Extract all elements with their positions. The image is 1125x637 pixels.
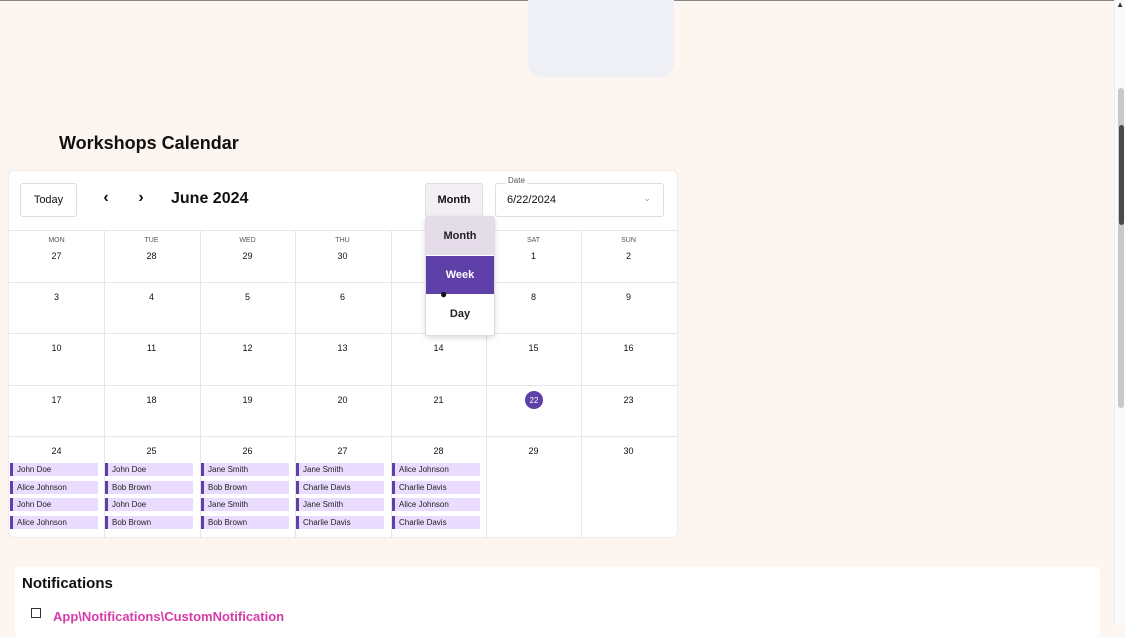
day-cell-number[interactable]: 15 — [486, 343, 581, 353]
calendar-event[interactable]: John Doe — [105, 463, 193, 476]
calendar-event[interactable]: Jane Smith — [296, 498, 384, 512]
day-cell-number[interactable]: 14 — [391, 343, 486, 353]
day-cell-number[interactable]: 27 — [295, 446, 390, 456]
grid-row-divider — [9, 333, 677, 334]
weekday-header: THU — [335, 237, 350, 244]
day-cell-number[interactable]: 10 — [9, 343, 104, 353]
calendar-event[interactable]: Alice Johnson — [392, 463, 480, 476]
day-cell-number[interactable]: 6 — [295, 292, 390, 302]
calendar-event[interactable]: John Doe — [10, 463, 98, 476]
day-cell-number[interactable]: 26 — [200, 446, 295, 456]
day-cell-number[interactable]: 28 — [391, 446, 486, 456]
day-cell-number[interactable]: 3 — [9, 292, 104, 302]
notification-link[interactable]: App\Notifications\CustomNotification — [53, 609, 284, 624]
scrollbar[interactable]: ▲ — [1114, 0, 1125, 626]
day-cell-number[interactable]: 18 — [104, 395, 199, 405]
calendar-event[interactable]: Jane Smith — [201, 498, 289, 512]
calendar-event[interactable]: Bob Brown — [105, 480, 193, 494]
calendar-event[interactable]: Bob Brown — [201, 516, 289, 530]
day-cell-number[interactable]: 9 — [581, 292, 676, 302]
weekday-header: SUN — [621, 237, 636, 244]
weekday-header: TUE — [144, 237, 159, 244]
day-cell-number[interactable]: 16 — [581, 343, 676, 353]
calendar-event[interactable]: Jane Smith — [296, 463, 384, 476]
grid-row-divider — [9, 282, 677, 283]
date-field-label: Date — [506, 176, 527, 185]
day-cell-number[interactable]: 12 — [200, 343, 295, 353]
page-title: Workshops Calendar — [59, 133, 239, 153]
view-option-month[interactable]: Month — [426, 217, 494, 255]
notifications-panel: Notifications App\Notifications\CustomNo… — [15, 567, 1100, 637]
view-option-day[interactable]: Day — [426, 295, 494, 333]
calendar-event[interactable]: Bob Brown — [105, 516, 193, 530]
day-cell-number[interactable]: 1 — [486, 251, 581, 261]
chevron-right-icon[interactable]: › — [133, 189, 149, 207]
external-link-icon — [31, 608, 41, 618]
day-cell-number[interactable]: 11 — [104, 343, 199, 353]
day-cell-number[interactable]: 27 — [9, 251, 104, 261]
mouse-cursor-icon: ● — [440, 287, 448, 301]
date-field[interactable]: Date 6/22/2024 ⌄ — [495, 176, 664, 217]
month-label: June 2024 — [171, 190, 249, 207]
calendar: Today ‹ › June 2024 Month Date 6/22/2024… — [8, 170, 678, 538]
view-select-button[interactable]: Month — [425, 183, 483, 217]
grid-row-divider — [9, 385, 677, 386]
day-cell-number[interactable]: 28 — [104, 251, 199, 261]
day-cell-number[interactable]: 19 — [200, 395, 295, 405]
day-cell-number[interactable]: 21 — [391, 395, 486, 405]
day-cell-number[interactable]: 13 — [295, 343, 390, 353]
chevron-down-icon[interactable]: ⌄ — [643, 193, 651, 204]
scrollbar-thumb-active[interactable] — [1119, 125, 1124, 225]
month-grid: MONTUEWEDTHUFRISATSUN2728293012345689101… — [9, 230, 677, 538]
calendar-event[interactable]: Charlie Davis — [296, 516, 384, 530]
day-cell-number[interactable]: 30 — [581, 446, 676, 456]
today-indicator[interactable]: 22 — [525, 391, 543, 409]
day-cell-number[interactable]: 17 — [9, 395, 104, 405]
day-cell-number[interactable]: 24 — [9, 446, 104, 456]
day-cell-number[interactable]: 20 — [295, 395, 390, 405]
weekday-header: SAT — [526, 237, 541, 244]
view-option-week[interactable]: Week — [426, 256, 494, 294]
calendar-event[interactable]: Alice Johnson — [392, 498, 480, 512]
calendar-event[interactable]: Bob Brown — [201, 480, 289, 494]
day-cell-number[interactable]: 2 — [581, 251, 676, 261]
today-button[interactable]: Today — [20, 183, 77, 217]
day-cell-number[interactable]: 23 — [581, 395, 676, 405]
scroll-up-icon[interactable]: ▲ — [1116, 0, 1124, 9]
weekday-header: WED — [239, 237, 256, 244]
calendar-event[interactable]: Alice Johnson — [10, 516, 98, 530]
calendar-event[interactable]: John Doe — [105, 498, 193, 512]
day-cell-number[interactable]: 25 — [104, 446, 199, 456]
day-cell-number[interactable]: 29 — [486, 446, 581, 456]
calendar-event[interactable]: Alice Johnson — [10, 480, 98, 494]
day-cell-number[interactable]: 4 — [104, 292, 199, 302]
weekday-header: MON — [48, 237, 65, 244]
calendar-event[interactable]: John Doe — [10, 498, 98, 512]
grid-row-divider — [9, 436, 677, 437]
calendar-event[interactable]: Jane Smith — [201, 463, 289, 476]
calendar-event[interactable]: Charlie Davis — [392, 516, 480, 530]
day-cell-number[interactable]: 29 — [200, 251, 295, 261]
chevron-left-icon[interactable]: ‹ — [98, 189, 114, 207]
calendar-event[interactable]: Charlie Davis — [392, 480, 480, 494]
day-cell-number[interactable]: 8 — [486, 292, 581, 302]
view-dropdown: Month Week Day — [425, 216, 495, 336]
notifications-title: Notifications — [22, 575, 113, 592]
calendar-event[interactable]: Charlie Davis — [296, 480, 384, 494]
date-field-value[interactable]: 6/22/2024 — [507, 194, 556, 206]
placeholder-card — [528, 0, 674, 77]
day-cell-number[interactable]: 5 — [200, 292, 295, 302]
day-cell-number[interactable]: 30 — [295, 251, 390, 261]
